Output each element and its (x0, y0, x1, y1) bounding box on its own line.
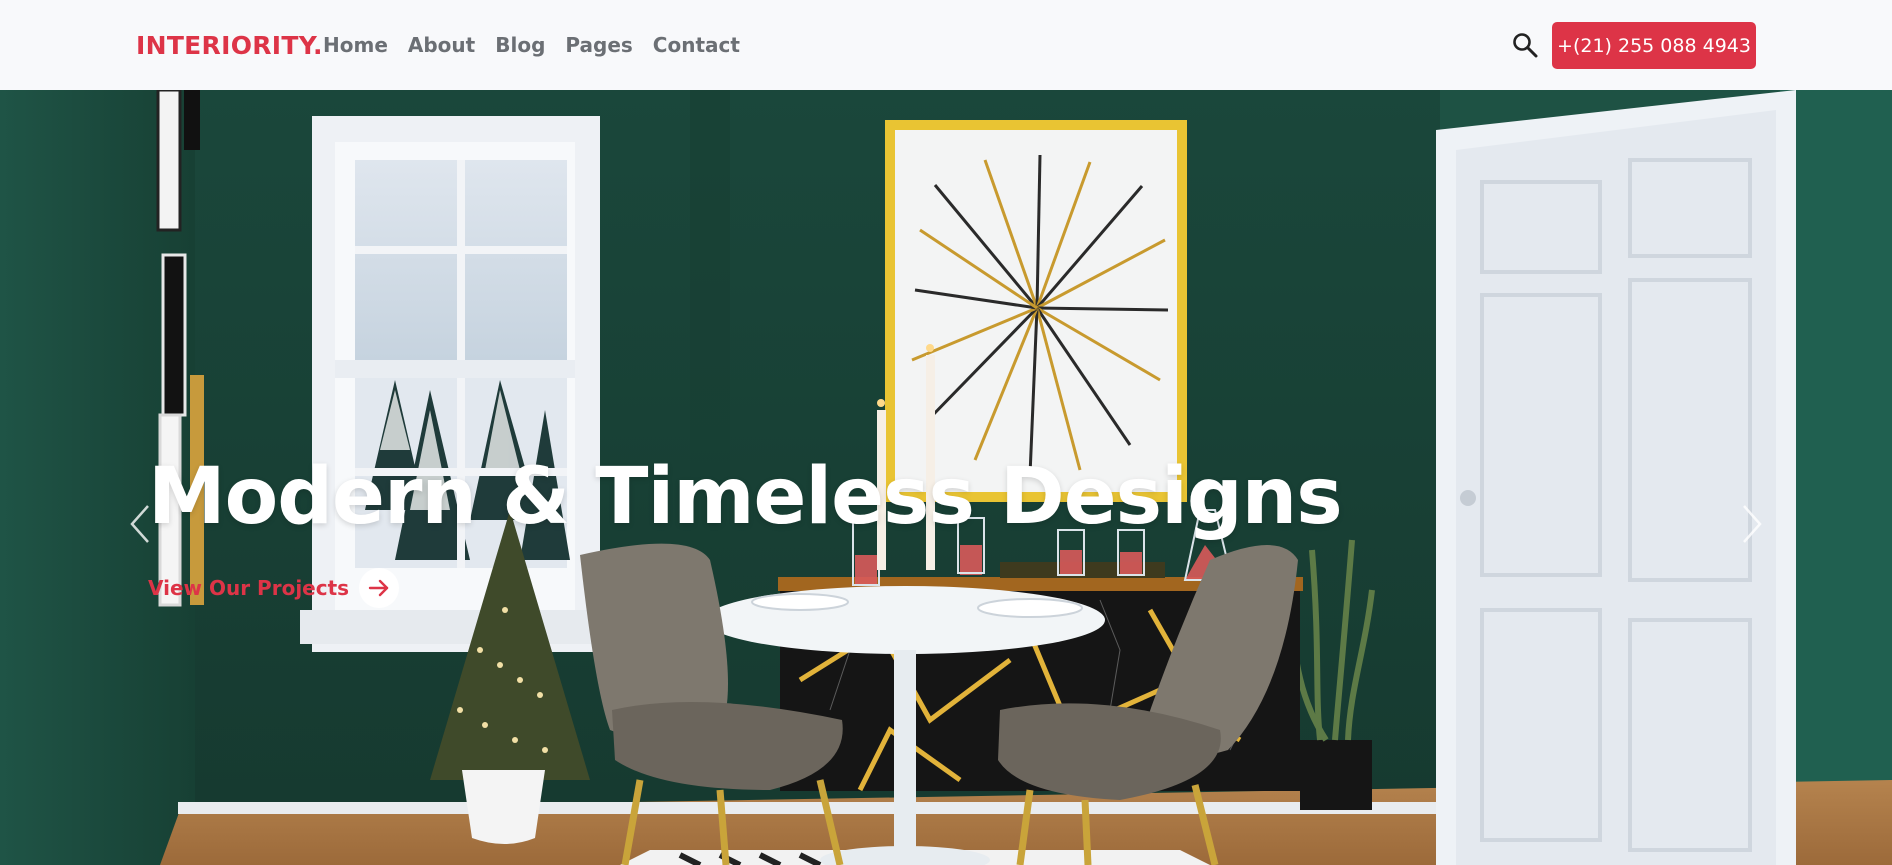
arrow-right-icon[interactable] (359, 568, 400, 608)
chevron-left-icon[interactable] (126, 502, 152, 546)
nav-item-home[interactable]: Home (323, 33, 388, 57)
main-nav: Home About Blog Pages Contact (323, 33, 740, 57)
view-projects-label: View Our Projects (148, 576, 350, 600)
brand-logo[interactable]: INTERIORITY. (136, 31, 323, 60)
phone-button[interactable]: +(21) 255 088 4943 (1552, 22, 1756, 69)
chevron-right-icon[interactable] (1740, 502, 1766, 546)
hero-slider: Modern & Timeless Designs View Our Proje… (0, 90, 1892, 865)
site-header: INTERIORITY. Home About Blog Pages Conta… (0, 0, 1892, 90)
hero-title: Modern & Timeless Designs (148, 452, 1343, 542)
nav-item-pages[interactable]: Pages (565, 33, 632, 57)
view-projects-link[interactable]: View Our Projects (148, 568, 400, 608)
search-icon[interactable] (1511, 31, 1539, 59)
nav-item-about[interactable]: About (408, 33, 475, 57)
nav-item-blog[interactable]: Blog (495, 33, 545, 57)
nav-item-contact[interactable]: Contact (653, 33, 740, 57)
